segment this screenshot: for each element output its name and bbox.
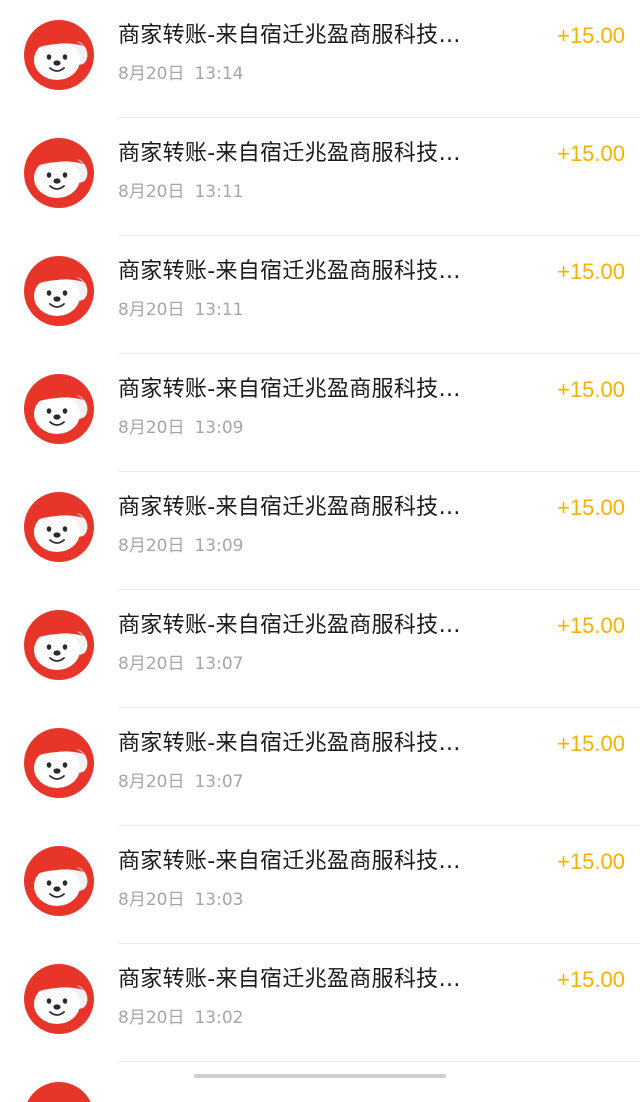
transaction-amount: +15.00 <box>557 259 625 284</box>
transaction-row[interactable]: 商家转账-来自宿迁兆盈商服科技… 8月20日 13:07 +15.00 <box>0 590 640 708</box>
transaction-clock-time: 13:09 <box>194 536 244 556</box>
jd-dog-mascot-icon <box>24 846 94 916</box>
transaction-time: 8月20日 13:11 <box>118 180 243 204</box>
transaction-amount: +15.00 <box>557 967 625 992</box>
transaction-date: 8月20日 <box>118 64 185 84</box>
transaction-amount: +15.00 <box>557 23 625 48</box>
transaction-time: 8月20日 13:03 <box>118 888 243 912</box>
transaction-amount: +15.00 <box>557 495 625 520</box>
transaction-amount: +15.00 <box>557 731 625 756</box>
transaction-title: 商家转账-来自宿迁兆盈商服科技… <box>118 613 461 638</box>
transaction-date: 8月20日 <box>118 418 185 438</box>
transaction-clock-time: 13:11 <box>194 300 244 320</box>
transaction-amount: +15.00 <box>557 613 625 638</box>
transaction-time: 8月20日 13:02 <box>118 1006 243 1030</box>
transaction-time: 8月20日 13:14 <box>118 62 243 86</box>
transaction-amount: +15.00 <box>557 141 625 166</box>
transaction-clock-time: 13:09 <box>194 418 244 438</box>
transaction-row[interactable]: 商家转账-来自宿迁兆盈商服科技… 8月20日 13:07 +15.00 <box>0 708 640 826</box>
transaction-row[interactable]: 商家转账-来自宿迁兆盈商服科技… 8月20日 13:09 +15.00 <box>0 472 640 590</box>
transaction-row[interactable]: 商家转账-来自宿迁兆盈商服科技… 8月20日 13:11 +15.00 <box>0 236 640 354</box>
transaction-amount: +15.00 <box>557 849 625 874</box>
jd-dog-mascot-icon <box>24 138 94 208</box>
jd-dog-mascot-icon <box>24 256 94 326</box>
transaction-row-partial[interactable] <box>0 1062 640 1102</box>
transaction-title: 商家转账-来自宿迁兆盈商服科技… <box>118 141 461 166</box>
transaction-clock-time: 13:03 <box>194 890 244 910</box>
transaction-time: 8月20日 13:09 <box>118 534 243 558</box>
transaction-date: 8月20日 <box>118 182 185 202</box>
transaction-title: 商家转账-来自宿迁兆盈商服科技… <box>118 849 461 874</box>
jd-dog-mascot-icon <box>24 492 94 562</box>
transaction-clock-time: 13:07 <box>194 772 244 792</box>
transaction-time: 8月20日 13:09 <box>118 416 243 440</box>
transaction-row[interactable]: 商家转账-来自宿迁兆盈商服科技… 8月20日 13:09 +15.00 <box>0 354 640 472</box>
jd-dog-mascot-icon <box>24 610 94 680</box>
transaction-clock-time: 13:11 <box>194 182 244 202</box>
transaction-title: 商家转账-来自宿迁兆盈商服科技… <box>118 731 461 756</box>
home-indicator[interactable] <box>194 1074 446 1078</box>
transaction-row[interactable]: 商家转账-来自宿迁兆盈商服科技… 8月20日 13:03 +15.00 <box>0 826 640 944</box>
transaction-title: 商家转账-来自宿迁兆盈商服科技… <box>118 259 461 284</box>
transaction-row[interactable]: 商家转账-来自宿迁兆盈商服科技… 8月20日 13:02 +15.00 <box>0 944 640 1062</box>
jd-dog-mascot-icon <box>24 964 94 1034</box>
transaction-title: 商家转账-来自宿迁兆盈商服科技… <box>118 495 461 520</box>
transaction-date: 8月20日 <box>118 1008 185 1028</box>
jd-dog-mascot-icon <box>24 1082 94 1102</box>
transaction-row[interactable]: 商家转账-来自宿迁兆盈商服科技… 8月20日 13:14 +15.00 <box>0 0 640 118</box>
transaction-clock-time: 13:02 <box>194 1008 244 1028</box>
transaction-date: 8月20日 <box>118 654 185 674</box>
transaction-title: 商家转账-来自宿迁兆盈商服科技… <box>118 967 461 992</box>
jd-dog-mascot-icon <box>24 20 94 90</box>
transaction-list: 商家转账-来自宿迁兆盈商服科技… 8月20日 13:14 +15.00 商家转账-来自… <box>0 0 640 1102</box>
transaction-date: 8月20日 <box>118 890 185 910</box>
transaction-clock-time: 13:07 <box>194 654 244 674</box>
transaction-time: 8月20日 13:07 <box>118 652 243 676</box>
transaction-title: 商家转账-来自宿迁兆盈商服科技… <box>118 377 461 402</box>
transaction-row[interactable]: 商家转账-来自宿迁兆盈商服科技… 8月20日 13:11 +15.00 <box>0 118 640 236</box>
transaction-date: 8月20日 <box>118 772 185 792</box>
transaction-clock-time: 13:14 <box>194 64 244 84</box>
transaction-time: 8月20日 13:11 <box>118 298 243 322</box>
transaction-title: 商家转账-来自宿迁兆盈商服科技… <box>118 23 461 48</box>
transaction-time: 8月20日 13:07 <box>118 770 243 794</box>
transaction-amount: +15.00 <box>557 377 625 402</box>
jd-dog-mascot-icon <box>24 728 94 798</box>
jd-dog-mascot-icon <box>24 374 94 444</box>
transaction-date: 8月20日 <box>118 536 185 556</box>
transaction-date: 8月20日 <box>118 300 185 320</box>
